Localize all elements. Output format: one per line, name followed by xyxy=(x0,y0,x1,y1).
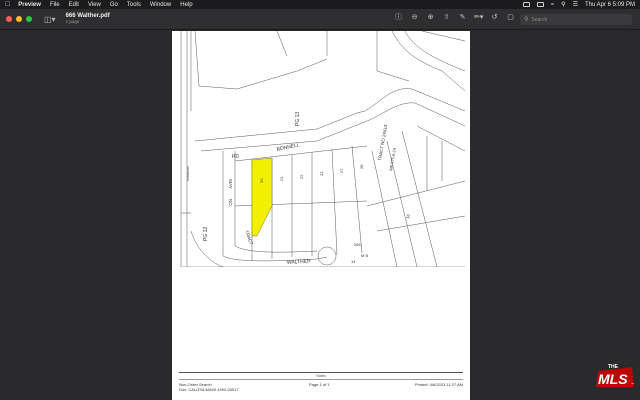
markup-icon[interactable]: ✏▾ xyxy=(474,13,483,22)
parcel-map: BONNELL RD WAY NO TRACT WALTHER TRACT NO… xyxy=(180,31,465,267)
menu-file[interactable]: File xyxy=(50,2,60,8)
document-page-count: 1 page xyxy=(65,19,80,25)
share-icon[interactable]: ⇧ xyxy=(442,13,451,22)
footer-notes: Notes xyxy=(316,374,326,378)
label-rd: RD xyxy=(232,153,240,160)
sidebar-toggle-icon[interactable]: ◫▾ xyxy=(44,15,56,24)
menu-window[interactable]: Window xyxy=(150,2,171,8)
the-mls-logo: THE MLS ™ xyxy=(596,364,634,387)
wifi-icon[interactable]: ≈ xyxy=(551,2,554,8)
logo-tm: ™ xyxy=(631,382,634,386)
label-bonnell: BONNELL xyxy=(276,142,300,153)
zoom-icon[interactable] xyxy=(26,16,32,22)
search-icon[interactable]: ⚲ xyxy=(561,1,565,8)
lot-20: 20 xyxy=(259,178,264,183)
control-center-icon[interactable]: ☰ xyxy=(573,1,578,8)
label-way: WAY xyxy=(228,179,233,189)
lot-21: 21 xyxy=(279,176,284,181)
lot-28: 28 xyxy=(359,164,364,169)
lot-22: 22 xyxy=(299,174,304,179)
toolbar-tools: ⓘ ⊖ ⊕ ⇧ ✎ ✏▾ ↺ ▢ ◉ xyxy=(394,13,531,22)
highlighted-parcel[interactable] xyxy=(251,157,273,237)
label-mb-small: M B xyxy=(361,253,368,258)
status-area: ≈ ⚲ ☰ Thu Apr 6 5:09 PM xyxy=(522,1,635,8)
close-icon[interactable] xyxy=(6,16,12,22)
lot-27: 27 xyxy=(339,168,344,173)
lot-14: 14 xyxy=(351,259,356,264)
minimize-icon[interactable] xyxy=(16,16,22,22)
search-field-icon: ⚲ xyxy=(524,17,529,23)
menu-view[interactable]: View xyxy=(88,2,101,8)
info-icon[interactable]: ⓘ xyxy=(394,13,403,22)
footer-doc: Doc: CALOSA:MA00 4494-00017 xyxy=(179,387,239,392)
footer-page: Page 1 of 1 xyxy=(309,382,330,387)
logo-the: THE xyxy=(608,364,619,370)
search-field[interactable]: ⚲ xyxy=(520,14,632,25)
menu-go[interactable]: Go xyxy=(110,2,118,8)
lot-23: 23 xyxy=(319,171,324,176)
label-no: NO xyxy=(228,199,233,206)
page-footer: Notes Non-Order Search Doc: CALOSA:MA00 … xyxy=(179,372,463,392)
label-sanborn: SANBORN xyxy=(186,166,190,181)
menu-bar:  Preview File Edit View Go Tools Window… xyxy=(0,0,640,9)
lot-16: 16 xyxy=(405,213,411,219)
logo-mls: MLS xyxy=(598,371,628,387)
label-pg13: PG 13 xyxy=(295,112,301,126)
rotate-icon[interactable]: ↺ xyxy=(490,13,499,22)
menu-edit[interactable]: Edit xyxy=(69,2,79,8)
footer-row: Non-Order Search Doc: CALOSA:MA00 4494-0… xyxy=(179,379,463,392)
menu-clock[interactable]: Thu Apr 6 5:09 PM xyxy=(585,2,635,8)
menu-app-name[interactable]: Preview xyxy=(18,2,41,8)
screen-icon[interactable] xyxy=(522,2,530,7)
highlight-icon[interactable]: ✎ xyxy=(458,13,467,22)
lot-265: 265 xyxy=(354,242,361,247)
zoom-in-icon[interactable]: ⊕ xyxy=(426,13,435,22)
search-input[interactable] xyxy=(531,16,622,23)
label-walther: WALTHER xyxy=(287,258,312,266)
document-title: 666 Walther.pdf 1 page xyxy=(66,13,110,25)
toolbar: ◫▾ 666 Walther.pdf 1 page ⓘ ⊖ ⊕ ⇧ ✎ ✏▾ ↺… xyxy=(0,9,640,30)
footer-printed: Printed: 4/6/2023 11:27 AM xyxy=(414,382,463,387)
label-pg12: PG 12 xyxy=(203,227,209,241)
preview-window: ◫▾ 666 Walther.pdf 1 page ⓘ ⊖ ⊕ ⇧ ✎ ✏▾ ↺… xyxy=(0,9,640,400)
document-viewport[interactable]: BONNELL RD WAY NO TRACT WALTHER TRACT NO… xyxy=(0,31,640,400)
menu-help[interactable]: Help xyxy=(180,2,192,8)
footer-left: Non-Order Search Doc: CALOSA:MA00 4494-0… xyxy=(179,382,239,392)
form-icon[interactable]: ▢ xyxy=(506,13,515,22)
battery-icon[interactable] xyxy=(536,2,544,7)
zoom-out-icon[interactable]: ⊖ xyxy=(410,13,419,22)
window-controls xyxy=(6,16,32,22)
label-tract-right: TRACT NO 24413 xyxy=(377,124,388,161)
menu-tools[interactable]: Tools xyxy=(127,2,141,8)
apple-icon[interactable]:  xyxy=(5,1,10,8)
pdf-page: BONNELL RD WAY NO TRACT WALTHER TRACT NO… xyxy=(172,31,470,400)
